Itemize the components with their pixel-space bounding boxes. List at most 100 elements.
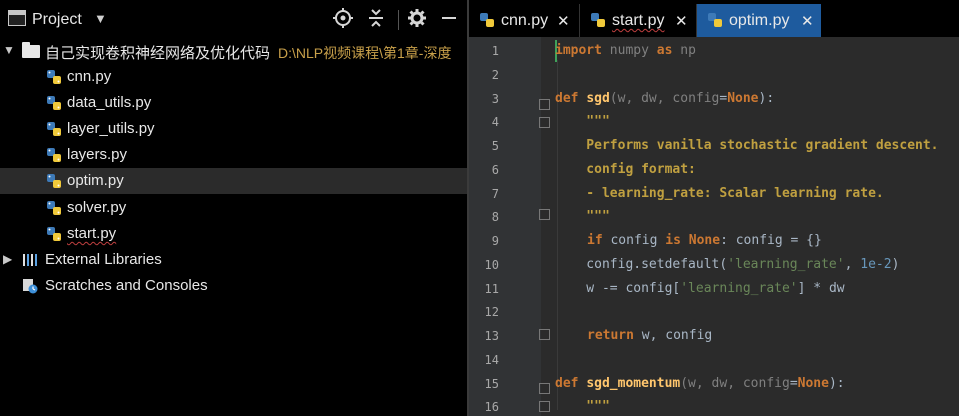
code-token: numpy xyxy=(601,43,657,58)
line-number: 7 xyxy=(491,187,499,201)
python-file-icon xyxy=(708,13,722,27)
python-file-icon xyxy=(47,96,61,110)
python-file-icon xyxy=(47,174,61,188)
code-token: ): xyxy=(828,376,845,391)
tree-file-item[interactable]: data_utils.py xyxy=(0,90,467,116)
project-title[interactable]: Project xyxy=(32,11,82,29)
file-label: solver.py xyxy=(67,199,127,216)
python-file-icon xyxy=(47,227,61,241)
tab-cnn[interactable]: cnn.py ✕ xyxy=(469,4,580,37)
file-label: cnn.py xyxy=(67,68,112,85)
keyword-token: import xyxy=(555,43,602,58)
code-line: """ xyxy=(555,209,610,224)
file-label: layers.py xyxy=(67,146,128,163)
root-folder-label: 自己实现卷积神经网络及优化代码 xyxy=(45,45,271,62)
file-label: layer_utils.py xyxy=(67,120,155,137)
minimize-icon[interactable] xyxy=(438,8,460,30)
keyword-token: def xyxy=(555,91,587,106)
tree-file-item[interactable]: start.py xyxy=(0,221,467,247)
scratches-icon xyxy=(23,279,38,294)
code-token: ) xyxy=(891,257,900,272)
tab-optim[interactable]: optim.py ✕ xyxy=(697,4,821,37)
folder-icon xyxy=(22,42,40,58)
chevron-down-icon[interactable]: ▼ xyxy=(3,43,15,57)
scratches-item[interactable]: Scratches and Consoles xyxy=(0,273,467,299)
string-token: 'learning_rate' xyxy=(680,281,798,296)
line-number: 13 xyxy=(484,329,499,343)
code-token: = xyxy=(789,376,798,391)
file-label: optim.py xyxy=(67,172,124,189)
keyword-token: None xyxy=(680,233,721,248)
code-line: def sgd_momentum(w, dw, config=None): xyxy=(555,376,845,391)
code-editor[interactable]: import numpy as np def sgd(w, dw, config… xyxy=(541,37,959,416)
external-libraries-item[interactable]: ▶ External Libraries xyxy=(0,247,467,273)
function-name-token: sgd xyxy=(586,91,610,106)
project-header: Project ▼ xyxy=(0,0,467,40)
line-number: 10 xyxy=(484,258,499,272)
gear-icon[interactable] xyxy=(406,8,428,30)
chevron-right-icon[interactable]: ▶ xyxy=(3,252,12,266)
code-token: (w, dw, config xyxy=(680,376,790,391)
tree-file-item[interactable]: cnn.py xyxy=(0,64,467,90)
code-token: (w, dw, config xyxy=(609,91,720,106)
line-number: 5 xyxy=(491,139,499,153)
collapse-all-icon[interactable] xyxy=(365,8,387,30)
code-line: """ xyxy=(555,399,610,414)
file-label: data_utils.py xyxy=(67,94,152,111)
function-name-token: sgd_momentum xyxy=(586,376,681,391)
code-token: ): xyxy=(758,91,775,106)
code-line: """ xyxy=(555,114,610,129)
line-number: 1 xyxy=(491,44,499,58)
code-token: config.setdefault( xyxy=(555,257,728,272)
tab-start[interactable]: start.py ✕ xyxy=(580,4,697,37)
code-token: np xyxy=(672,43,696,58)
code-line: Performs vanilla stochastic gradient des… xyxy=(555,138,939,153)
line-number: 4 xyxy=(491,115,499,129)
chevron-down-icon[interactable]: ▼ xyxy=(94,11,107,26)
code-line: config format: xyxy=(555,162,696,177)
locate-icon[interactable] xyxy=(332,8,354,30)
line-number: 8 xyxy=(491,210,499,224)
header-divider xyxy=(398,10,399,30)
close-icon[interactable]: ✕ xyxy=(557,12,570,30)
tree-root-folder[interactable]: ▼ 自己实现卷积神经网络及优化代码 D:\NLP视频课程\第1章-深度 xyxy=(0,38,467,64)
code-line: return w, config xyxy=(587,328,712,343)
line-number: 12 xyxy=(484,305,499,319)
code-token: w -= config[ xyxy=(555,281,681,296)
project-panel: Project ▼ ▼ 自己实现卷积神经网络及优化代码 D:\NLP视频课程\第… xyxy=(0,0,467,416)
close-icon[interactable]: ✕ xyxy=(801,12,814,30)
code-line: - learning_rate: Scalar learning rate. xyxy=(555,186,884,201)
keyword-token: None xyxy=(797,376,829,391)
code-line: config.setdefault('learning_rate', 1e-2) xyxy=(555,257,899,272)
library-icon xyxy=(23,254,37,266)
tree-file-item[interactable]: solver.py xyxy=(0,195,467,221)
code-token: , xyxy=(844,257,861,272)
code-line: if config is None: config = {} xyxy=(587,233,822,248)
tree-file-item[interactable]: layer_utils.py xyxy=(0,116,467,142)
project-view-icon xyxy=(8,10,26,26)
editor-tabs: cnn.py ✕ start.py ✕ optim.py ✕ xyxy=(469,0,959,37)
code-token: ] * dw xyxy=(797,281,845,296)
close-icon[interactable]: ✕ xyxy=(675,12,688,30)
line-number: 6 xyxy=(491,163,499,177)
scratches-label: Scratches and Consoles xyxy=(45,277,208,294)
tab-label: optim.py xyxy=(729,12,790,29)
tree-file-item[interactable]: layers.py xyxy=(0,142,467,168)
keyword-token: None xyxy=(727,91,759,106)
editor-area: cnn.py ✕ start.py ✕ optim.py ✕ 1 2 3 4 5… xyxy=(469,0,959,416)
python-file-icon xyxy=(591,13,605,27)
line-number: 9 xyxy=(491,234,499,248)
line-number: 14 xyxy=(484,353,499,367)
number-token: 1e-2 xyxy=(860,257,892,272)
tab-label: cnn.py xyxy=(501,12,549,29)
code-token: : config = {} xyxy=(720,233,822,248)
tree-file-item-selected[interactable]: optim.py xyxy=(0,168,467,194)
code-line: def sgd(w, dw, config=None): xyxy=(555,91,774,106)
keyword-token: is xyxy=(665,233,681,248)
keyword-token: if xyxy=(587,233,603,248)
line-number: 2 xyxy=(491,68,499,82)
code-token: w, config xyxy=(633,328,713,343)
keyword-token: as xyxy=(656,43,673,58)
line-number: 15 xyxy=(484,377,499,391)
line-number: 3 xyxy=(491,92,499,106)
